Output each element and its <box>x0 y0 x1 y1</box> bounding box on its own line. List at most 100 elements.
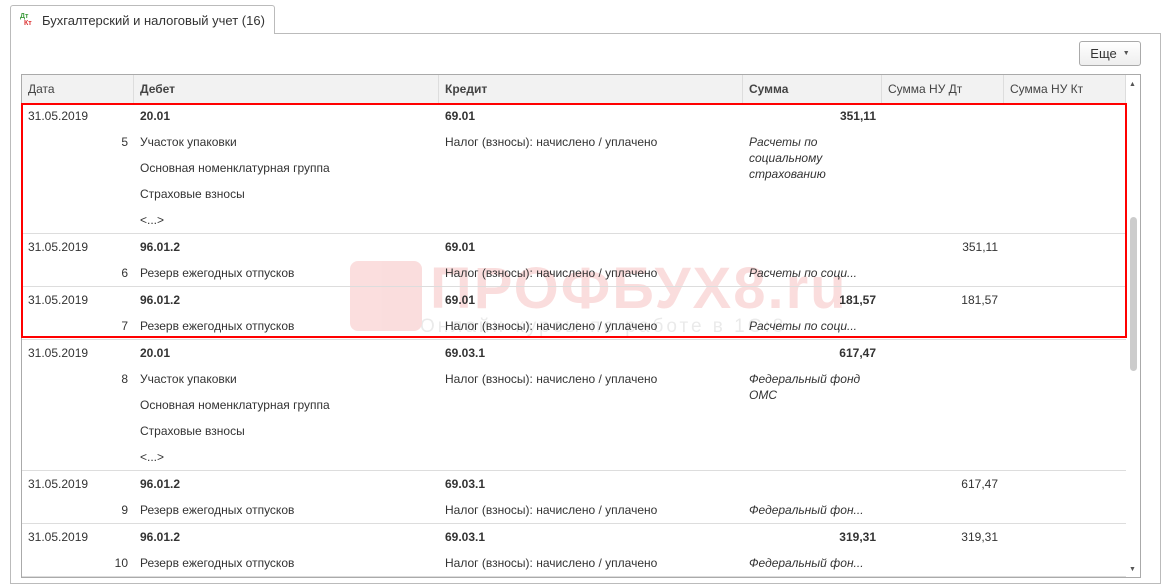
table-row[interactable]: 31.05.2019 20.01 69.01 351,11 5 Участок упако… <box>22 103 1126 234</box>
scroll-up-icon[interactable]: ▲ <box>1129 81 1136 88</box>
empty <box>22 207 134 233</box>
debit-subconto: <...> <box>140 213 165 227</box>
sum-nu-dt-cell <box>882 340 1004 366</box>
credit-subconto: Налог (взносы): начислено / уплачено <box>445 556 658 570</box>
sum-subconto: Федеральный фон... <box>749 556 864 570</box>
empty <box>1004 497 1126 523</box>
empty <box>882 392 1004 418</box>
col-date[interactable]: Дата <box>22 75 134 103</box>
scroll-down-icon[interactable]: ▼ <box>1129 566 1136 573</box>
row-number: 6 <box>121 266 128 280</box>
sum-subconto: Расчеты по соци... <box>749 319 858 333</box>
credit-account: 69.01 <box>445 240 476 254</box>
row-number: 7 <box>121 319 128 333</box>
sum-cell: 181,57 <box>839 293 876 307</box>
date-cell: 31.05.2019 <box>28 477 89 491</box>
empty <box>439 207 743 233</box>
credit-subconto: Налог (взносы): начислено / уплачено <box>445 135 658 149</box>
empty <box>1004 207 1126 233</box>
empty <box>882 497 1004 523</box>
debit-account: 20.01 <box>140 346 171 360</box>
sum-nu-kt-cell <box>1004 340 1126 366</box>
credit-account: 69.01 <box>445 293 476 307</box>
credit-subconto: Налог (взносы): начислено / уплачено <box>445 319 658 333</box>
empty <box>439 155 743 181</box>
debit-subconto: Резерв ежегодных отпусков <box>140 266 295 280</box>
sum-nu-dt-cell: 319,31 <box>961 530 998 544</box>
credit-account: 69.03.1 <box>445 477 486 491</box>
empty <box>743 181 882 207</box>
col-sum[interactable]: Сумма <box>743 75 882 103</box>
empty <box>882 313 1004 339</box>
col-sum-nu-kt[interactable]: Сумма НУ Кт <box>1004 75 1126 103</box>
debit-subconto: Резерв ежегодных отпусков <box>140 319 295 333</box>
table-body: 31.05.2019 20.01 69.01 351,11 5 Участок упако… <box>22 103 1126 577</box>
debit-account: 96.01.2 <box>140 293 181 307</box>
col-credit[interactable]: Кредит <box>439 75 743 103</box>
row-number: 8 <box>121 372 128 386</box>
empty <box>882 260 1004 286</box>
row-number: 5 <box>121 135 128 149</box>
more-button[interactable]: Еще ▼ <box>1079 41 1141 66</box>
credit-subconto: Налог (взносы): начислено / уплачено <box>445 266 658 280</box>
sum-subconto: Расчеты по социальному страхованию <box>749 135 826 181</box>
debit-subconto: Резерв ежегодных отпусков <box>140 503 295 517</box>
empty <box>882 155 1004 181</box>
empty <box>22 392 134 418</box>
empty <box>882 366 1004 392</box>
scrollbar[interactable]: ▲ ▼ <box>1126 75 1140 577</box>
credit-subconto: Налог (взносы): начислено / уплачено <box>445 503 658 517</box>
sum-nu-kt-cell <box>1004 234 1126 260</box>
sum-nu-dt-cell: 181,57 <box>961 293 998 307</box>
table-row[interactable]: 31.05.2019 96.01.2 69.03.1 319,31 319,31 10 Ре… <box>22 524 1126 577</box>
date-cell: 31.05.2019 <box>28 240 89 254</box>
empty <box>1004 550 1126 576</box>
table-row[interactable]: 31.05.2019 20.01 69.03.1 617,47 8 Участок упа… <box>22 340 1126 471</box>
credit-account: 69.01 <box>445 109 476 123</box>
empty <box>1004 260 1126 286</box>
debit-account: 20.01 <box>140 109 171 123</box>
empty <box>1004 181 1126 207</box>
empty <box>1004 155 1126 181</box>
table-row[interactable]: 31.05.2019 96.01.2 69.01 181,57 181,57 7 Резер… <box>22 287 1126 340</box>
debit-account: 96.01.2 <box>140 530 181 544</box>
col-sum-nu-dt[interactable]: Сумма НУ Дт <box>882 75 1004 103</box>
empty <box>22 444 134 470</box>
sum-nu-dt-cell: 351,11 <box>962 240 998 254</box>
sum-nu-kt-cell <box>1004 524 1126 550</box>
empty <box>439 392 743 418</box>
scroll-thumb[interactable] <box>1130 217 1137 371</box>
debit-subconto: Резерв ежегодных отпусков <box>140 556 295 570</box>
col-debit[interactable]: Дебет <box>134 75 439 103</box>
empty <box>1004 129 1126 155</box>
tab-label: Бухгалтерский и налоговый учет (16) <box>42 13 265 28</box>
debit-account: 96.01.2 <box>140 477 181 491</box>
sum-cell <box>743 234 882 260</box>
debit-subconto: Участок упаковки <box>140 372 237 386</box>
empty <box>22 155 134 181</box>
sum-nu-kt-cell <box>1004 103 1126 129</box>
dt-kt-icon: Дт Кт <box>20 13 32 27</box>
sum-cell: 351,11 <box>839 109 876 123</box>
empty <box>743 207 882 233</box>
sum-nu-dt-cell: 617,47 <box>961 477 998 491</box>
empty <box>439 418 743 444</box>
empty <box>22 181 134 207</box>
debit-subconto: Основная номенклатурная группа <box>140 161 330 175</box>
empty <box>1004 444 1126 470</box>
credit-account: 69.03.1 <box>445 346 486 360</box>
empty <box>22 418 134 444</box>
sum-nu-kt-cell <box>1004 471 1126 497</box>
empty <box>1004 418 1126 444</box>
table-row[interactable]: 31.05.2019 96.01.2 69.03.1 617,47 9 Резерв еж… <box>22 471 1126 524</box>
sum-subconto: Федеральный фон... <box>749 503 864 517</box>
empty <box>743 418 882 444</box>
more-label: Еще <box>1090 46 1117 61</box>
sum-subconto: Расчеты по соци... <box>749 266 858 280</box>
tab-accounting-tax[interactable]: Дт Кт Бухгалтерский и налоговый учет (16) <box>10 5 275 34</box>
date-cell: 31.05.2019 <box>28 109 89 123</box>
table-row[interactable]: 31.05.2019 96.01.2 69.01 351,11 6 Резерв ежег… <box>22 234 1126 287</box>
empty <box>882 129 1004 155</box>
sum-nu-kt-cell <box>1004 287 1126 313</box>
empty <box>439 444 743 470</box>
